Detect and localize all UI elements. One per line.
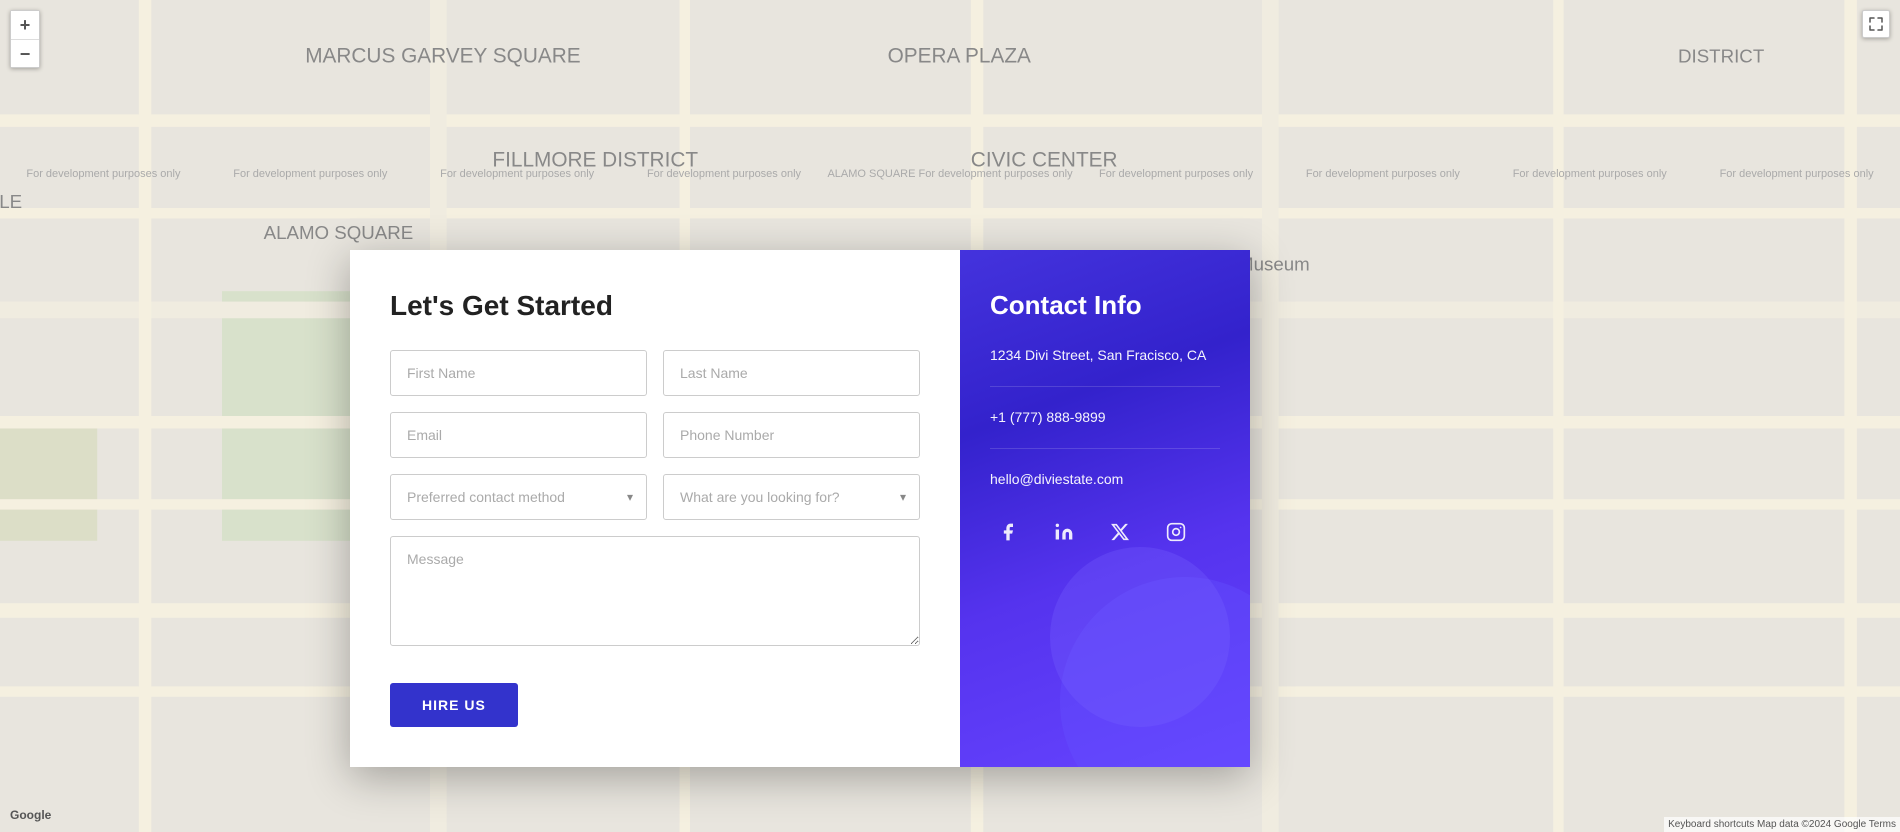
- message-textarea[interactable]: [390, 536, 920, 646]
- form-title: Let's Get Started: [390, 290, 920, 322]
- submit-button[interactable]: HIRE US: [390, 683, 518, 727]
- twitter-x-icon[interactable]: [1102, 514, 1138, 550]
- first-name-input[interactable]: [390, 350, 647, 396]
- last-name-input[interactable]: [663, 350, 920, 396]
- map-fullscreen-button[interactable]: [1862, 10, 1890, 38]
- looking-for-select[interactable]: What are you looking for? Buying Selling…: [663, 474, 920, 520]
- svg-text:ALAMO SQUARE: ALAMO SQUARE: [264, 222, 414, 243]
- name-row: [390, 350, 920, 396]
- linkedin-icon[interactable]: [1046, 514, 1082, 550]
- looking-for-wrapper: What are you looking for? Buying Selling…: [663, 474, 920, 520]
- first-name-field: [390, 350, 647, 396]
- modal-container: Let's Get Started Preferred contact met: [350, 250, 1250, 767]
- svg-text:FILLMORE DISTRICT: FILLMORE DISTRICT: [492, 148, 698, 171]
- facebook-icon[interactable]: [990, 514, 1026, 550]
- map-attribution: Keyboard shortcuts Map data ©2024 Google…: [1664, 817, 1900, 832]
- message-row: [390, 536, 920, 651]
- contact-panel: Contact Info 1234 Divi Street, San Fraci…: [960, 250, 1250, 767]
- svg-text:OPERA PLAZA: OPERA PLAZA: [888, 44, 1031, 67]
- svg-text:MARCUS GARVEY SQUARE: MARCUS GARVEY SQUARE: [305, 44, 580, 67]
- contact-phone: +1 (777) 888-9899: [990, 407, 1220, 428]
- contact-title: Contact Info: [990, 290, 1220, 321]
- email-field: [390, 412, 647, 458]
- svg-text:NORTH OF THE PANHANDLE: NORTH OF THE PANHANDLE: [0, 191, 22, 212]
- contact-method-wrapper: Preferred contact method Email Phone Tex…: [390, 474, 647, 520]
- zoom-in-button[interactable]: +: [11, 11, 39, 39]
- contact-divider-2: [990, 448, 1220, 449]
- map-zoom-controls: + −: [10, 10, 40, 68]
- contact-divider-1: [990, 386, 1220, 387]
- svg-text:DISTRICT: DISTRICT: [1678, 45, 1764, 66]
- contact-email: hello@diviestate.com: [990, 469, 1220, 490]
- form-panel: Let's Get Started Preferred contact met: [350, 250, 960, 767]
- svg-text:CIVIC CENTER: CIVIC CENTER: [971, 148, 1118, 171]
- social-icons-group: [990, 514, 1220, 550]
- phone-input[interactable]: [663, 412, 920, 458]
- instagram-icon[interactable]: [1158, 514, 1194, 550]
- message-field: [390, 536, 920, 651]
- contact-address: 1234 Divi Street, San Fracisco, CA: [990, 345, 1220, 366]
- google-logo: Google: [10, 808, 51, 822]
- contact-method-select[interactable]: Preferred contact method Email Phone Tex…: [390, 474, 647, 520]
- last-name-field: [663, 350, 920, 396]
- email-input[interactable]: [390, 412, 647, 458]
- contact-row: [390, 412, 920, 458]
- phone-field: [663, 412, 920, 458]
- zoom-out-button[interactable]: −: [11, 39, 39, 67]
- dropdowns-row: Preferred contact method Email Phone Tex…: [390, 474, 920, 520]
